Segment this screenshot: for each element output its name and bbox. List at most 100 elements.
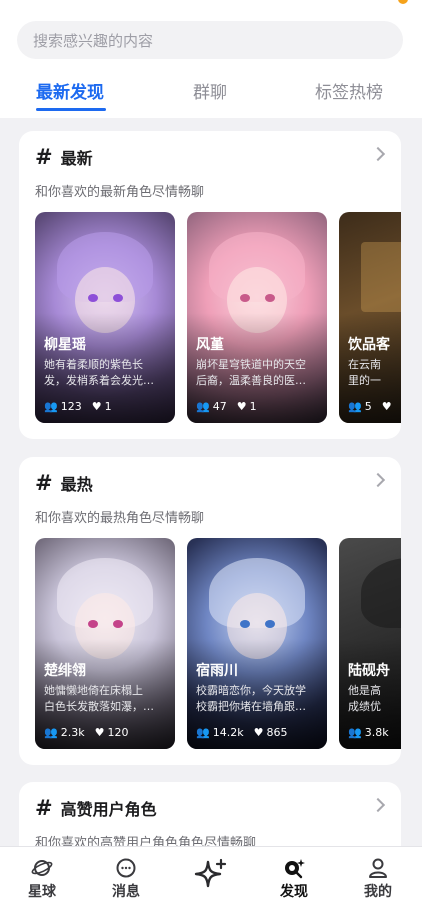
description-line: 她慵懒地倚在床榻上 — [44, 684, 143, 697]
description-line: 成绩优 — [348, 700, 381, 713]
character-description: 她慵懒地倚在床榻上 白色长发散落如瀑，… — [44, 683, 168, 715]
tab-latest-discovery[interactable]: 最新发现 — [36, 78, 104, 103]
eye-left — [240, 620, 250, 628]
like-count: 865 — [266, 726, 288, 739]
section-header[interactable]: # 最新 — [35, 145, 93, 169]
users-icon: 👥 — [196, 400, 210, 413]
eye-right — [113, 620, 123, 628]
character-name: 风堇 — [196, 337, 224, 353]
like-count: 1 — [104, 400, 112, 413]
eye-right — [265, 620, 275, 628]
character-stats: 👥 14.2k ♥ 865 — [196, 726, 287, 739]
nav-item-planet[interactable]: 星球 — [0, 847, 84, 905]
nav-item-create[interactable] — [168, 847, 252, 905]
users-icon: 👥 — [44, 400, 58, 413]
character-description: 校霸暗恋你，今天放学 校霸把你堵在墙角跟… — [196, 683, 320, 715]
character-carousel[interactable]: 柳星瑶 她有着柔顺的紫色长 发，发梢系着会发光… 👥 123 ♥ 1 风堇 崩坏星穹… — [35, 212, 401, 423]
character-card[interactable]: 饮品客 在云南 里的一 👥 5 ♥ — [339, 212, 401, 423]
discover-icon — [285, 859, 305, 879]
character-card[interactable]: 宿雨川 校霸暗恋你，今天放学 校霸把你堵在墙角跟… 👥 14.2k ♥ 865 — [187, 538, 327, 749]
like-count: 120 — [107, 726, 129, 739]
character-carousel[interactable]: 楚绯翎 她慵懒地倚在床榻上 白色长发散落如瀑，… 👥 2.3k ♥ 120 宿雨川 … — [35, 538, 401, 749]
character-name: 陆砚舟 — [348, 663, 390, 679]
planet-icon — [31, 860, 53, 876]
top-bar: 搜索感兴趣的内容 最新发现 群聊 标签热榜 — [0, 0, 422, 118]
eye-right — [265, 294, 275, 302]
heart-icon: ♥ — [381, 400, 392, 413]
description-line: 崩坏星穹铁道中的天空 — [196, 358, 306, 371]
nav-label: 星球 — [28, 884, 56, 900]
description-line: 校霸把你堵在墙角跟… — [196, 700, 306, 713]
character-name: 饮品客 — [348, 337, 390, 353]
section-subtitle: 和你喜欢的最热角色尽情畅聊 — [35, 511, 205, 526]
character-name: 柳星瑶 — [44, 337, 86, 353]
hash-icon: # — [35, 471, 53, 495]
section-subtitle: 和你喜欢的最新角色尽情畅聊 — [35, 185, 205, 200]
heart-icon: ♥ — [91, 400, 102, 413]
eye-left — [240, 294, 250, 302]
tab-bar: 最新发现 群聊 标签热榜 — [0, 70, 422, 114]
character-description: 在云南 里的一 — [348, 357, 401, 389]
heart-icon: ♥ — [236, 400, 247, 413]
users-icon: 👥 — [348, 400, 362, 413]
section-hottest: # 最热 和你喜欢的最热角色尽情畅聊 楚绯翎 她慵懒地倚在床榻上 白色长发散落如… — [19, 457, 401, 765]
character-card[interactable]: 陆砚舟 他是高 成绩优 👥 3.8k — [339, 538, 401, 749]
like-count: 1 — [249, 400, 257, 413]
character-name: 宿雨川 — [196, 663, 238, 679]
character-description: 他是高 成绩优 — [348, 683, 401, 715]
section-title: 最热 — [60, 475, 93, 494]
section-title: 最新 — [60, 149, 93, 168]
section-latest: # 最新 和你喜欢的最新角色尽情畅聊 柳星瑶 她有着柔顺的紫色长 发，发梢系着会… — [19, 131, 401, 439]
nav-item-profile[interactable]: 我的 — [336, 847, 420, 905]
search-placeholder: 搜索感兴趣的内容 — [33, 31, 154, 50]
character-stats: 👥 3.8k — [348, 726, 389, 739]
description-line: 白色长发散落如瀑，… — [44, 700, 154, 713]
heart-icon: ♥ — [94, 726, 105, 739]
chevron-right-icon[interactable] — [370, 472, 386, 488]
character-description: 她有着柔顺的紫色长 发，发梢系着会发光… — [44, 357, 168, 389]
eye-left — [88, 620, 98, 628]
nav-label: 我的 — [364, 884, 392, 900]
profile-icon — [369, 858, 387, 878]
notification-dot — [398, 0, 408, 4]
sparkle-icon — [194, 858, 227, 888]
description-line: 后裔，温柔善良的医… — [196, 374, 306, 387]
character-stats: 👥 5 ♥ — [348, 400, 395, 413]
character-stats: 👥 2.3k ♥ 120 — [44, 726, 128, 739]
character-card[interactable]: 风堇 崩坏星穹铁道中的天空 后裔，温柔善良的医… 👥 47 ♥ 1 — [187, 212, 327, 423]
hash-icon: # — [35, 145, 53, 169]
bottom-navigation: 星球 消息 发现 我的 — [0, 846, 422, 905]
section-header[interactable]: # 最热 — [35, 471, 93, 495]
nav-item-messages[interactable]: 消息 — [84, 847, 168, 905]
character-stats: 👥 123 ♥ 1 — [44, 400, 112, 413]
character-stats: 👥 47 ♥ 1 — [196, 400, 257, 413]
chat-count: 3.8k — [364, 726, 389, 739]
nav-label: 发现 — [280, 884, 308, 900]
description-line: 里的一 — [348, 374, 381, 387]
description-line: 他是高 — [348, 684, 381, 697]
section-title: 高赞用户角色 — [60, 800, 157, 819]
chat-count: 14.2k — [212, 726, 244, 739]
character-card[interactable]: 楚绯翎 她慵懒地倚在床榻上 白色长发散落如瀑，… 👥 2.3k ♥ 120 — [35, 538, 175, 749]
chat-count: 47 — [212, 400, 227, 413]
message-icon — [116, 858, 136, 878]
chat-count: 2.3k — [60, 726, 85, 739]
character-portrait — [361, 558, 401, 628]
users-icon: 👥 — [44, 726, 58, 739]
nav-label: 消息 — [112, 884, 140, 900]
chevron-right-icon[interactable] — [370, 146, 386, 162]
heart-icon: ♥ — [253, 726, 264, 739]
section-header[interactable]: # 高赞用户角色 — [35, 796, 157, 820]
description-line: 她有着柔顺的紫色长 — [44, 358, 143, 371]
character-name: 楚绯翎 — [44, 663, 86, 679]
nav-item-discover[interactable]: 发现 — [252, 847, 336, 905]
chevron-right-icon[interactable] — [370, 797, 386, 813]
tab-tag-rankings[interactable]: 标签热榜 — [315, 78, 383, 103]
character-card[interactable]: 柳星瑶 她有着柔顺的紫色长 发，发梢系着会发光… 👥 123 ♥ 1 — [35, 212, 175, 423]
eye-right — [113, 294, 123, 302]
eye-left — [88, 294, 98, 302]
search-input[interactable]: 搜索感兴趣的内容 — [17, 21, 403, 59]
hash-icon: # — [35, 796, 53, 820]
description-line: 校霸暗恋你，今天放学 — [196, 684, 306, 697]
tab-group-chat[interactable]: 群聊 — [193, 78, 227, 103]
